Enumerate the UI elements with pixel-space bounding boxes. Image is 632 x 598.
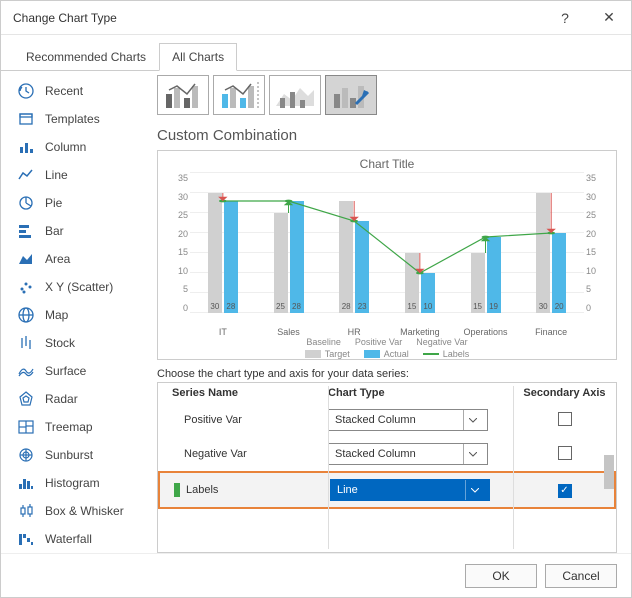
secondary-axis-checkbox[interactable]: ✓ — [558, 484, 572, 498]
treemap-icon — [17, 418, 35, 436]
window-title: Change Chart Type — [13, 11, 543, 25]
series-instruction: Choose the chart type and axis for your … — [157, 368, 617, 380]
sidebar-item-label: Map — [45, 308, 68, 322]
tab-strip: Recommended Charts All Charts — [13, 43, 631, 71]
combo-subtype-3[interactable] — [269, 75, 321, 115]
chevron-down-icon — [463, 410, 481, 430]
sidebar-item-label: Pie — [45, 196, 62, 210]
main-panel: Custom Combination Chart Title 353025201… — [151, 69, 631, 553]
series-color-swatch — [174, 483, 180, 497]
y-axis-left: 35302520151050 — [168, 173, 188, 313]
y-axis-right: 35302520151050 — [586, 173, 606, 313]
series-row-positive-var: Positive Var Stacked Column — [158, 403, 616, 437]
waterfall-icon — [17, 530, 35, 548]
sidebar-item-histogram[interactable]: Histogram — [1, 469, 151, 497]
sidebar-item-label: Area — [45, 252, 70, 266]
sidebar-item-sunburst[interactable]: Sunburst — [1, 441, 151, 469]
titlebar: Change Chart Type ? ✕ — [1, 1, 631, 35]
sidebar-item-label: Surface — [45, 364, 86, 378]
stock-icon — [17, 334, 35, 352]
secondary-axis-checkbox[interactable] — [558, 446, 572, 460]
plot-area: 35302520151050 35302520151050 3028IT2528… — [190, 173, 584, 313]
help-button[interactable]: ? — [543, 1, 587, 34]
sidebar-item-label: Radar — [45, 392, 78, 406]
series-grid-scrollbar[interactable] — [604, 411, 614, 546]
chart-type-select[interactable]: Line — [330, 479, 490, 501]
sidebar-item-map[interactable]: Map — [1, 301, 151, 329]
sidebar-item-label: Treemap — [45, 420, 93, 434]
sidebar-item-box-whisker[interactable]: Box & Whisker — [1, 497, 151, 525]
chart-type-select[interactable]: Stacked Column — [328, 443, 488, 465]
sidebar-item-line[interactable]: Line — [1, 161, 151, 189]
combo-subtype-2[interactable] — [213, 75, 265, 115]
ok-button[interactable]: OK — [465, 564, 537, 588]
map-icon — [17, 306, 35, 324]
sidebar-item-bar[interactable]: Bar — [1, 217, 151, 245]
section-title: Custom Combination — [157, 127, 617, 144]
pie-icon — [17, 194, 35, 212]
chart-type-sidebar: Recent Templates Column Line Pie Bar Area X Y (… — [1, 69, 151, 553]
combo-subtype-custom[interactable] — [325, 75, 377, 115]
sidebar-item-stock[interactable]: Stock — [1, 329, 151, 357]
line-icon — [17, 166, 35, 184]
sidebar-item-pie[interactable]: Pie — [1, 189, 151, 217]
chevron-down-icon — [465, 480, 483, 500]
series-row-negative-var: Negative Var Stacked Column — [158, 437, 616, 471]
close-button[interactable]: ✕ — [587, 1, 631, 34]
histogram-icon — [17, 474, 35, 492]
sidebar-item-templates[interactable]: Templates — [1, 105, 151, 133]
column-icon — [17, 138, 35, 156]
series-name: Negative Var — [184, 448, 247, 460]
sidebar-item-label: Column — [45, 140, 86, 154]
sidebar-item-recent[interactable]: Recent — [1, 77, 151, 105]
bar-icon — [17, 222, 35, 240]
sidebar-item-label: Templates — [45, 112, 100, 126]
change-chart-type-dialog: Change Chart Type ? ✕ Recommended Charts… — [0, 0, 632, 598]
sidebar-item-radar[interactable]: Radar — [1, 385, 151, 413]
series-name: Labels — [186, 484, 218, 496]
x-y-scatter--icon — [17, 278, 35, 296]
sidebar-item-label: Box & Whisker — [45, 504, 124, 518]
chart-title: Chart Title — [166, 157, 608, 171]
templates-icon — [17, 110, 35, 128]
cancel-button[interactable]: Cancel — [545, 564, 617, 588]
box-whisker-icon — [17, 502, 35, 520]
series-name: Positive Var — [184, 414, 242, 426]
chevron-down-icon — [463, 444, 481, 464]
legend: BaselinePositive VarNegative Var TargetA… — [166, 337, 608, 359]
sidebar-item-column[interactable]: Column — [1, 133, 151, 161]
sidebar-item-area[interactable]: Area — [1, 245, 151, 273]
sidebar-item-label: Stock — [45, 336, 75, 350]
secondary-axis-checkbox[interactable] — [558, 412, 572, 426]
labels-line — [190, 173, 584, 313]
recent-icon — [17, 82, 35, 100]
sidebar-item-x-y-scatter-[interactable]: X Y (Scatter) — [1, 273, 151, 301]
title-buttons: ? ✕ — [543, 1, 631, 34]
area-icon — [17, 250, 35, 268]
sidebar-item-treemap[interactable]: Treemap — [1, 413, 151, 441]
tab-recommended[interactable]: Recommended Charts — [13, 43, 159, 71]
sidebar-item-label: Line — [45, 168, 68, 182]
sidebar-item-surface[interactable]: Surface — [1, 357, 151, 385]
sidebar-item-label: Bar — [45, 224, 64, 238]
tab-all-charts[interactable]: All Charts — [159, 43, 237, 71]
dialog-footer: OK Cancel — [1, 553, 631, 597]
combo-subtype-thumbs — [157, 75, 617, 115]
chart-type-select[interactable]: Stacked Column — [328, 409, 488, 431]
surface-icon — [17, 362, 35, 380]
sidebar-item-label: Recent — [45, 84, 83, 98]
sunburst-icon — [17, 446, 35, 464]
sidebar-item-label: Sunburst — [45, 448, 93, 462]
sidebar-item-waterfall[interactable]: Waterfall — [1, 525, 151, 553]
sidebar-item-label: Waterfall — [45, 532, 92, 546]
series-grid: Series Name Chart Type Secondary Axis Po… — [157, 382, 617, 553]
series-row-labels: Labels Line ✓ — [158, 471, 616, 509]
combo-subtype-1[interactable] — [157, 75, 209, 115]
radar-icon — [17, 390, 35, 408]
series-grid-header: Series Name Chart Type Secondary Axis — [158, 383, 616, 403]
sidebar-item-label: Histogram — [45, 476, 100, 490]
chart-preview[interactable]: Chart Title 35302520151050 3530252015105… — [157, 150, 617, 360]
sidebar-item-label: X Y (Scatter) — [45, 280, 113, 294]
